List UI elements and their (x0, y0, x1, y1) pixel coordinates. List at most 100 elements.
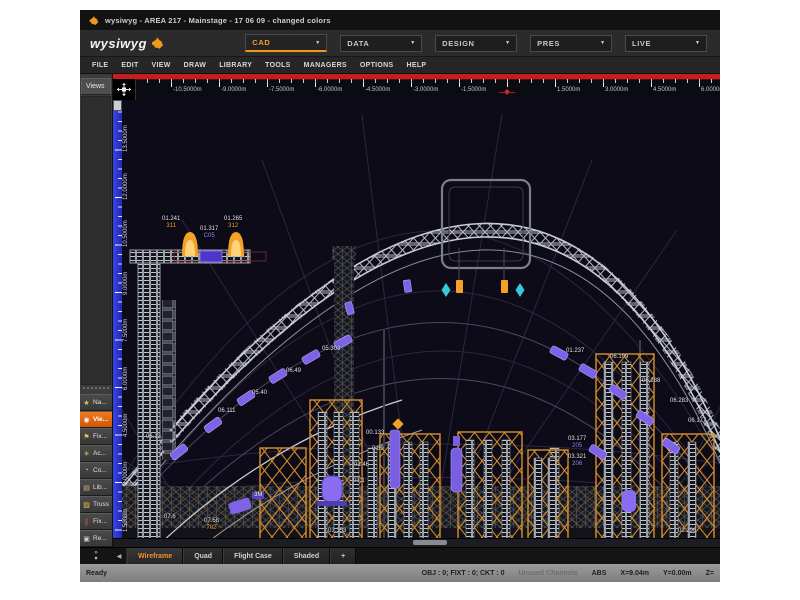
status-coord-mode: ABS (592, 570, 607, 577)
fixture-label: 03.1 (353, 478, 365, 485)
ruler-label: 6.0000m (701, 87, 720, 93)
view-tab[interactable]: Quad (183, 548, 223, 564)
shortcut-drag-handle[interactable] (83, 387, 109, 393)
scrollbar-thumb[interactable] (413, 540, 447, 545)
view-tab[interactable]: Shaded (283, 548, 330, 564)
menu-item[interactable]: EDIT (121, 62, 138, 69)
shortcut-icon: ▤ (82, 484, 91, 492)
ruler-label: 3.0000m (605, 87, 628, 93)
fixture-label: 06.283 (670, 398, 688, 405)
scene-svg (122, 100, 720, 538)
chevron-down-icon: ▼ (695, 40, 700, 46)
menu-item[interactable]: LIBRARY (219, 62, 252, 69)
view-tab-bar: » ▾ ◀ Wireframe Quad Flight Case Shaded … (80, 547, 720, 564)
status-unused-channels: Unused Channels (519, 570, 578, 577)
status-counts: OBJ : 0; FIXT : 0; CKT : 0 (422, 570, 505, 577)
cad-viewport[interactable]: 01.241 311 01.317 C05 01.265 312 05.303 (122, 100, 720, 538)
fixture-label: 03.177 205 (568, 436, 586, 449)
menu-item[interactable]: DRAW (184, 62, 207, 69)
fixture-label: 05.40 (252, 390, 267, 397)
shortcut-icon: ▨ (82, 501, 91, 509)
menu-item[interactable]: OPTIONS (360, 62, 394, 69)
sidebar-shortcut[interactable]: ◉ Vie... (80, 411, 112, 428)
mode-button[interactable]: CAD ▼ (245, 34, 327, 52)
status-y: Y=0.00m (663, 570, 692, 577)
sidebar-more-buttons[interactable]: » ▾ (80, 548, 112, 564)
views-list-panel[interactable] (81, 96, 111, 385)
ruler-label: 13.5000m (123, 125, 129, 152)
view-tab[interactable]: Wireframe (127, 548, 183, 564)
tab-scroll-left-button[interactable]: ◀ (112, 548, 127, 564)
shortcut-icon: ◔ (82, 467, 91, 474)
shortcut-icon: ★ (82, 399, 91, 407)
sidebar-shortcut[interactable]: ▤ Lib... (80, 479, 112, 496)
fixture-label: 06.111 (218, 408, 235, 415)
shortcut-icon: ◉ (82, 416, 91, 424)
fixture-label: 06.109 (610, 354, 628, 361)
ruler-label: 1.5000m (557, 87, 580, 93)
fixture-label: 03.296 (678, 528, 696, 535)
sidebar-shortcut[interactable]: ∥ Fix... (80, 513, 112, 530)
fixture-label: 01.265 312 (224, 216, 242, 229)
arrow-left-icon: ◀ (117, 553, 122, 560)
ruler-corner-button[interactable] (113, 79, 136, 100)
fixture-label: 06.288 (642, 378, 660, 385)
views-panel-header[interactable]: Views (81, 78, 111, 95)
ruler-label: -3.0000m (413, 87, 438, 93)
menu-item[interactable]: FILE (92, 62, 108, 69)
mode-button[interactable]: DESIGN ▼ (435, 35, 517, 52)
mode-button[interactable]: DATA ▼ (340, 35, 422, 52)
sidebar-shortcut[interactable]: ⚑ Fix... (80, 428, 112, 445)
fixture-label: 03.321 206 (568, 454, 586, 467)
ruler-label: -6.0000m (317, 87, 342, 93)
fixture-label: 05.303 (322, 346, 340, 353)
menu-bar: FILE EDIT VIEW DRAW LIBRARY TOOLS MANAGERS OPTI… (80, 57, 720, 74)
ruler-label: -10.5000m (173, 87, 202, 93)
screenshot-canvas: wysiwyg - AREA 217 - Mainstage - 17 06 0… (0, 0, 800, 600)
menu-item[interactable]: HELP (407, 62, 427, 69)
window-title: wysiwyg - AREA 217 - Mainstage - 17 06 0… (105, 16, 331, 25)
menu-item[interactable]: VIEW (152, 62, 171, 69)
fixture-label: 07.58 702 (204, 518, 219, 531)
fixture-label: 3M (252, 492, 264, 499)
sidebar-shortcut[interactable]: ◔ Co... (80, 462, 112, 479)
fixture-label: 03.353 (328, 528, 346, 535)
sidebar-shortcut[interactable]: ▣ Re... (80, 530, 112, 547)
mode-button[interactable]: LIVE ▼ (625, 35, 707, 52)
menu-item[interactable]: TOOLS (265, 62, 290, 69)
chevron-down-icon: ▼ (410, 40, 415, 46)
mode-button[interactable]: PRES ▼ (530, 35, 612, 52)
fixture-label: 06.49 (286, 368, 301, 375)
shortcut-icon: ☀ (82, 450, 91, 458)
shortcut-icon: ∥ (82, 518, 91, 526)
shortcut-icon: ▣ (82, 535, 91, 543)
view-tab[interactable]: Flight Case (223, 548, 283, 564)
fixture-label: 06.177 (688, 418, 706, 425)
horizontal-scrollbar[interactable] (113, 538, 720, 547)
menu-item[interactable]: MANAGERS (304, 62, 347, 69)
horizontal-ruler: -10.5000m-9.0000m-7.5000m-6.0000m-4.5000… (113, 74, 720, 100)
fixture-label: 00.133 (366, 430, 384, 437)
logo-text: wysiwyg (90, 36, 147, 51)
fixture-label: 0.89 (372, 446, 384, 453)
fixture-label: 01.237 (566, 348, 584, 355)
wysiwyg-logo: wysiwyg (90, 36, 245, 51)
shortcut-icon: ⚑ (82, 433, 91, 441)
ruler-label: 6.0000m (123, 367, 129, 390)
sidebar-shortcut[interactable]: ▨ Truss (80, 496, 112, 513)
fixture-label: 01.317 C05 (200, 226, 218, 239)
title-bar: wysiwyg - AREA 217 - Mainstage - 17 06 0… (80, 10, 720, 30)
ruler-label: -9.0000m (221, 87, 246, 93)
fixture-label: 07.6 (164, 514, 176, 521)
view-tab[interactable]: + (330, 548, 356, 564)
ruler-label: 4.5000m (123, 414, 129, 437)
sidebar-shortcut[interactable]: ☀ Ac... (80, 445, 112, 462)
fixture-label: 03.46 (354, 462, 369, 469)
origin-marker (503, 88, 512, 97)
ruler-label: 10.5000m (123, 220, 129, 247)
status-bar: Ready OBJ : 0; FIXT : 0; CKT : 0 Unused … (80, 564, 720, 582)
status-ready: Ready (86, 570, 107, 577)
chevron-down-icon: ▼ (505, 40, 510, 46)
sidebar-shortcut[interactable]: ★ Na... (80, 394, 112, 411)
chevron-down-icon: ▼ (600, 40, 605, 46)
